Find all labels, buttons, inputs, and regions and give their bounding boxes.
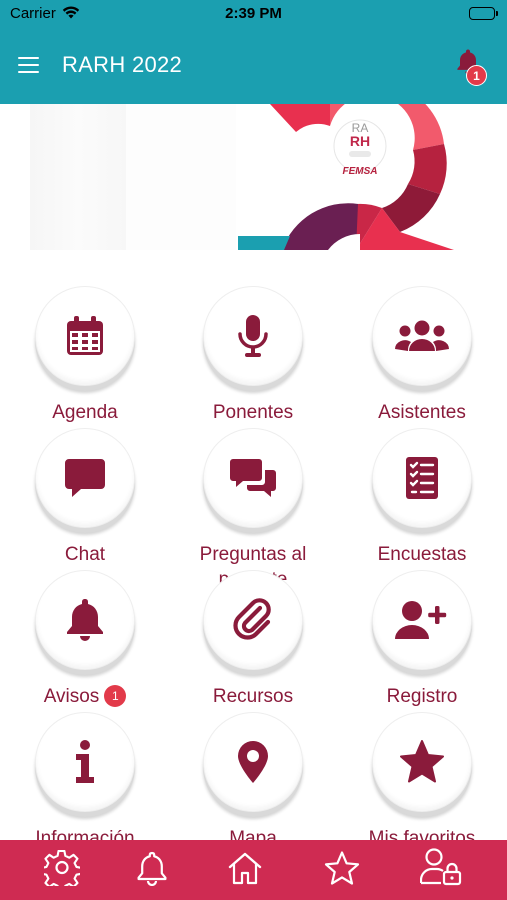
tile-circle[interactable] xyxy=(35,428,135,528)
calendar-icon xyxy=(67,316,103,355)
map-marker-icon xyxy=(238,741,268,783)
battery-icon xyxy=(469,7,498,20)
hamburger-menu-button[interactable] xyxy=(14,50,46,80)
tile-chat[interactable]: Chat xyxy=(1,428,169,567)
tile-mapa[interactable]: Mapa xyxy=(169,712,337,851)
survey-list-icon xyxy=(406,457,438,499)
paperclip-icon xyxy=(233,598,271,640)
tile-preguntas[interactable]: Preguntas al ponente xyxy=(169,428,337,592)
tile-circle[interactable] xyxy=(35,712,135,812)
home-icon xyxy=(228,852,262,885)
page-title: RARH 2022 xyxy=(62,52,183,77)
status-bar: Carrier 2:39 PM xyxy=(0,0,507,28)
tile-circle[interactable] xyxy=(203,712,303,812)
tile-recursos[interactable]: Recursos xyxy=(169,570,337,709)
tile-circle[interactable] xyxy=(35,286,135,386)
notifications-button[interactable]: 1 xyxy=(455,48,489,86)
notification-badge: 1 xyxy=(466,65,487,86)
bell-outline-icon xyxy=(137,851,167,886)
tile-asistentes[interactable]: Asistentes xyxy=(338,286,506,425)
tile-label: Ponentes xyxy=(212,402,294,423)
clock: 2:39 PM xyxy=(225,5,282,22)
tile-circle[interactable] xyxy=(372,570,472,670)
tile-label: Agenda xyxy=(52,402,118,423)
tile-label: Registro xyxy=(386,686,458,707)
comments-icon xyxy=(230,459,276,497)
tile-circle[interactable] xyxy=(203,286,303,386)
tile-label: Recursos xyxy=(212,686,294,707)
tile-label: Asistentes xyxy=(378,402,466,423)
tile-encuestas[interactable]: Encuestas xyxy=(338,428,506,567)
banner-graphic xyxy=(238,104,454,250)
tile-circle[interactable] xyxy=(203,570,303,670)
tile-label: Encuestas xyxy=(377,544,467,565)
event-banner: RA RH FEMSA xyxy=(0,104,507,250)
tile-circle[interactable] xyxy=(372,428,472,528)
info-icon xyxy=(76,740,94,783)
user-plus-icon xyxy=(395,601,447,639)
star-icon xyxy=(400,740,444,783)
tile-circle[interactable] xyxy=(372,286,472,386)
chat-bubble-icon xyxy=(65,459,105,497)
tile-circle[interactable] xyxy=(203,428,303,528)
tile-ponentes[interactable]: Ponentes xyxy=(169,286,337,425)
tile-label: Avisos 1 xyxy=(1,684,169,709)
app-header: RARH 2022 1 xyxy=(0,28,507,104)
tile-avisos[interactable]: Avisos 1 xyxy=(1,570,169,709)
avisos-badge: 1 xyxy=(104,685,127,707)
microphone-icon xyxy=(238,315,268,357)
tile-circle[interactable] xyxy=(35,570,135,670)
tab-notifications[interactable] xyxy=(132,848,172,888)
user-lock-icon xyxy=(420,848,462,886)
tile-registro[interactable]: Registro xyxy=(338,570,506,709)
bottom-tab-bar xyxy=(0,840,507,900)
tab-home[interactable] xyxy=(225,848,265,888)
bell-icon xyxy=(67,599,103,641)
settings-gear-icon xyxy=(44,850,80,886)
femsa-logo: FEMSA xyxy=(342,166,378,177)
rarh-logo: RA RH xyxy=(336,122,384,157)
star-outline-icon xyxy=(324,851,360,885)
tile-label: Chat xyxy=(64,544,106,565)
users-icon xyxy=(395,320,449,351)
tile-informacion[interactable]: Información xyxy=(1,712,169,851)
tile-agenda[interactable]: Agenda xyxy=(1,286,169,425)
tab-favorites[interactable] xyxy=(322,848,362,888)
tab-settings[interactable] xyxy=(42,848,82,888)
tile-circle[interactable] xyxy=(372,712,472,812)
tile-favoritos[interactable]: Mis favoritos xyxy=(338,712,506,851)
avisos-label: Avisos xyxy=(43,686,100,707)
tab-account[interactable] xyxy=(420,848,462,888)
